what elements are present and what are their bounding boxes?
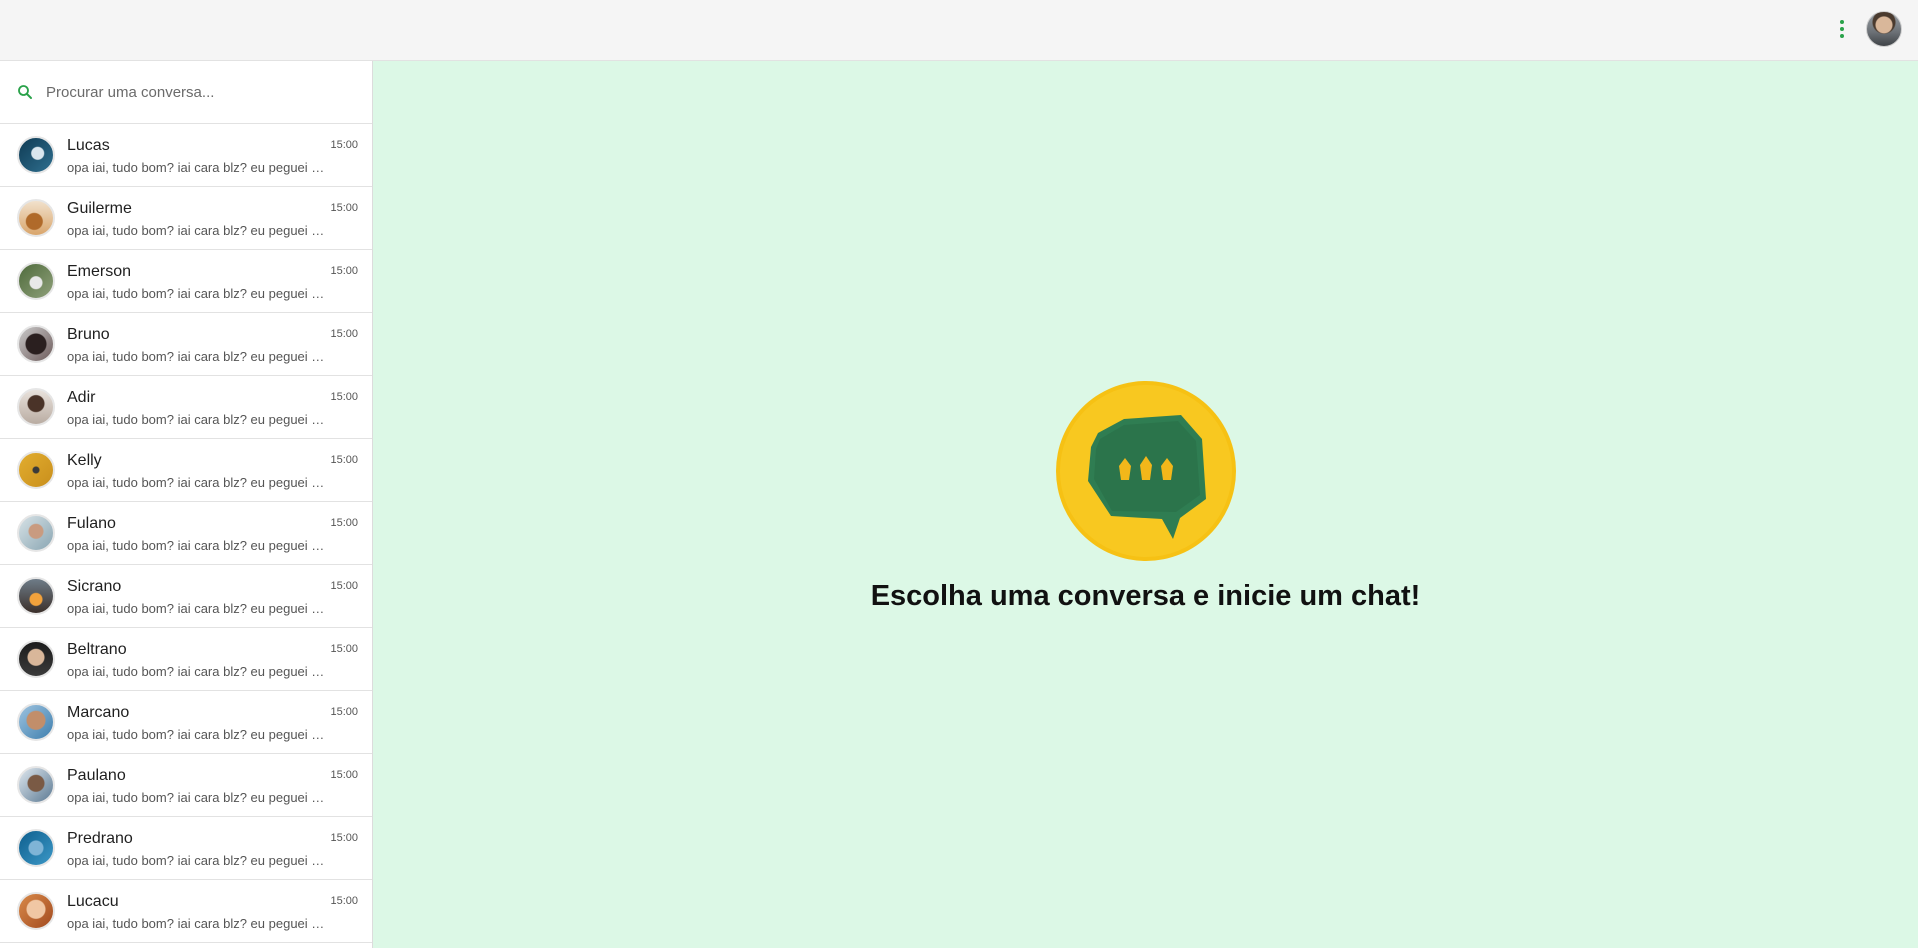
- message-time: 15:00: [330, 391, 358, 403]
- contact-avatar: [17, 766, 55, 804]
- last-message-preview: opa iai, tudo bom? iai cara blz? eu pegu…: [67, 916, 327, 931]
- message-time: 15:00: [330, 328, 358, 340]
- message-time: 15:00: [330, 580, 358, 592]
- message-time: 15:00: [330, 769, 358, 781]
- contact-avatar: [17, 577, 55, 615]
- contact-name: Lucacu: [67, 893, 119, 910]
- contact-name: Marcano: [67, 704, 130, 721]
- last-message-preview: opa iai, tudo bom? iai cara blz? eu pegu…: [67, 475, 327, 490]
- chat-list-item[interactable]: Lucacu 15:00 opa iai, tudo bom? iai cara b…: [0, 880, 372, 943]
- chat-sidebar: Lucas15:00opa iai, tudo bom? iai cara bl…: [0, 61, 373, 948]
- contact-avatar: [17, 829, 55, 867]
- message-time: 15:00: [330, 832, 358, 844]
- message-time: 15:00: [330, 265, 358, 277]
- last-message-preview: opa iai, tudo bom? iai cara blz? eu pegu…: [67, 412, 327, 427]
- search-input[interactable]: [46, 83, 346, 101]
- user-avatar[interactable]: [1866, 11, 1902, 47]
- last-message-preview: opa iai, tudo bom? iai cara blz? eu pegu…: [67, 853, 327, 868]
- last-message-preview: opa iai, tudo bom? iai cara blz? eu pegu…: [67, 223, 327, 238]
- contact-avatar: [17, 136, 55, 174]
- contact-avatar: [17, 262, 55, 300]
- chat-list-item[interactable]: Adir 15:00 opa iai, tudo bom? iai cara blz…: [0, 376, 372, 439]
- last-message-preview: opa iai, tudo bom? iai cara blz? eu pegu…: [67, 349, 327, 364]
- last-message-preview: opa iai, tudo bom? iai cara blz? eu pegu…: [67, 790, 327, 805]
- contact-avatar: [17, 199, 55, 237]
- contact-name: Adir: [67, 389, 96, 406]
- contact-name: Emerson: [67, 263, 132, 280]
- last-message-preview: opa iai, tudo bom? iai cara blz? eu pegu…: [67, 160, 327, 175]
- contact-name: Predrano: [67, 830, 133, 847]
- contact-avatar: [17, 892, 55, 930]
- contact-name: Fulano: [67, 515, 116, 532]
- chat-list-item[interactable]: Fulano 15:00 opa iai, tudo bom? iai cara b…: [0, 502, 372, 565]
- contact-avatar: [17, 640, 55, 678]
- search-icon: [18, 85, 32, 99]
- contact-name: Paulano: [67, 767, 126, 784]
- chat-list-item[interactable]: Lucas 15:00 opa iai, tudo bom? iai cara bl…: [0, 124, 372, 187]
- contact-name: Kelly: [67, 452, 102, 469]
- search-bar: [0, 61, 372, 124]
- chat-list: Lucas 15:00 opa iai, tudo bom? iai cara bl…: [0, 124, 372, 943]
- contact-avatar: [17, 703, 55, 741]
- message-time: 15:00: [330, 643, 358, 655]
- contact-name: Sicrano: [67, 578, 122, 595]
- contact-avatar: [17, 514, 55, 552]
- message-time: 15:00: [330, 202, 358, 214]
- empty-state-title: Escolha uma conversa e inicie um chat!: [870, 580, 1421, 612]
- contact-name: Bruno: [67, 326, 110, 343]
- main-panel: Escolha uma conversa e inicie um chat!: [373, 61, 1918, 948]
- chat-list-item[interactable]: Predrano 15:00 opa iai, tudo bom? iai cara…: [0, 817, 372, 880]
- last-message-preview: opa iai, tudo bom? iai cara blz? eu pegu…: [67, 286, 327, 301]
- chat-list-item[interactable]: Sicrano 15:00 opa iai, tudo bom? iai cara …: [0, 565, 372, 628]
- message-time: 15:00: [330, 895, 358, 907]
- last-message-preview: opa iai, tudo bom? iai cara blz? eu pegu…: [67, 664, 327, 679]
- message-time: 15:00: [330, 517, 358, 529]
- contact-avatar: [17, 388, 55, 426]
- message-time: 15:00: [330, 139, 358, 151]
- chat-list-item[interactable]: Bruno 15:00 opa iai, tudo bom? iai cara bl…: [0, 313, 372, 376]
- chat-list-item[interactable]: Emerson 15:00 opa iai, tudo bom? iai cara …: [0, 250, 372, 313]
- contact-name: Lucas: [67, 137, 110, 154]
- contact-name: Guilerme: [67, 200, 132, 217]
- message-time: 15:00: [330, 454, 358, 466]
- contact-avatar: [17, 325, 55, 363]
- chat-bubble-logo-icon: [1056, 381, 1236, 561]
- top-bar: [0, 0, 1918, 61]
- message-time: 15:00: [330, 706, 358, 718]
- contact-name: Beltrano: [67, 641, 127, 658]
- chat-list-item[interactable]: Guilerme 15:00 opa iai, tudo bom? iai cara…: [0, 187, 372, 250]
- chat-list-item[interactable]: Beltrano 15:00 opa iai, tudo bom? iai cara…: [0, 628, 372, 691]
- chat-list-item[interactable]: Paulano 15:00 opa iai, tudo bom? iai cara …: [0, 754, 372, 817]
- contact-avatar: [17, 451, 55, 489]
- last-message-preview: opa iai, tudo bom? iai cara blz? eu pegu…: [67, 538, 327, 553]
- more-options-icon[interactable]: [1836, 18, 1848, 40]
- last-message-preview: opa iai, tudo bom? iai cara blz? eu pegu…: [67, 727, 327, 742]
- chat-list-item[interactable]: Marcano 15:00 opa iai, tudo bom? iai cara …: [0, 691, 372, 754]
- chat-list-item[interactable]: Kelly 15:00 opa iai, tudo bom? iai cara bl…: [0, 439, 372, 502]
- last-message-preview: opa iai, tudo bom? iai cara blz? eu pegu…: [67, 601, 327, 616]
